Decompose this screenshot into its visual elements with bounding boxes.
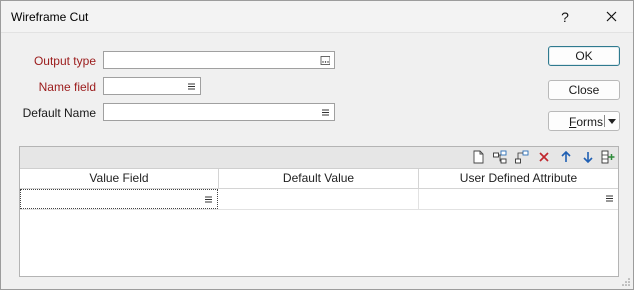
new-icon [473,150,484,164]
help-icon: ? [561,8,569,25]
move-up-button[interactable] [558,150,574,164]
wireframe-cut-dialog: Wireframe Cut ? Output type Name field D… [0,0,634,290]
insert-below-button[interactable] [514,150,530,164]
list-icon [205,196,212,203]
title-bar: Wireframe Cut ? [1,1,633,33]
user-defined-attribute-cell[interactable] [419,189,618,209]
list-icon [606,195,613,202]
column-header-user-defined-attribute[interactable]: User Defined Attribute [419,169,618,188]
grid-header: Value Field Default Value User Defined A… [20,169,618,189]
delete-icon [539,152,549,162]
move-down-icon [583,152,593,164]
column-header-default-value[interactable]: Default Value [219,169,419,188]
attributes-grid: Value Field Default Value User Defined A… [19,146,619,277]
name-field-input[interactable] [103,77,201,95]
insert-above-icon [493,150,507,164]
add-column-icon [601,150,615,164]
delete-row-button[interactable] [536,150,552,164]
output-type-label: Output type [33,54,96,68]
close-icon [606,11,616,22]
default-name-label: Default Name [22,106,96,120]
value-field-cell[interactable] [20,189,218,209]
resize-grip-icon[interactable] [621,277,631,287]
ok-button[interactable]: OK [548,46,620,66]
default-name-input[interactable] [103,103,335,121]
browse-icon [320,56,330,65]
table-row [20,189,618,210]
forms-button[interactable]: Forms [548,111,620,131]
list-icon [188,83,195,90]
new-row-button[interactable] [470,150,486,164]
help-button[interactable]: ? [543,1,587,32]
default-value-cell[interactable] [219,189,419,209]
window-title: Wireframe Cut [11,10,89,24]
grid-toolbar [20,147,618,169]
close-button[interactable]: Close [548,80,620,100]
move-up-icon [561,150,571,162]
add-column-button[interactable] [600,150,616,164]
chevron-down-icon[interactable] [608,119,616,124]
window-close-button[interactable] [589,1,633,32]
move-down-button[interactable] [580,150,596,164]
insert-above-button[interactable] [492,150,508,164]
insert-below-icon [515,150,529,164]
forms-label: Forms [569,115,604,129]
output-type-input[interactable] [103,51,335,69]
list-icon [322,109,329,116]
column-header-value-field[interactable]: Value Field [20,169,219,188]
name-field-label: Name field [38,80,96,94]
